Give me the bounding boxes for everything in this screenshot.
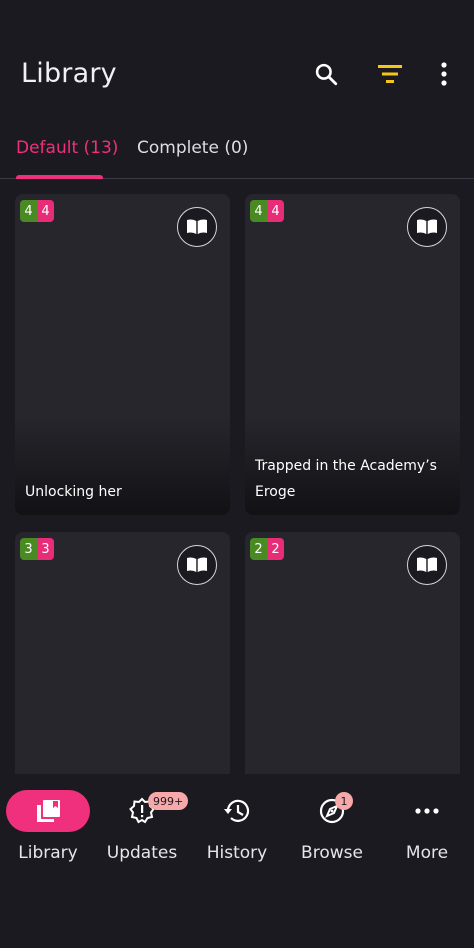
filter-button[interactable] (372, 56, 408, 92)
browse-count-badge: 1 (335, 792, 353, 810)
continue-reading-button[interactable] (407, 545, 447, 585)
nav-more-icon-wrap (385, 790, 469, 832)
card-badges: 3 3 (20, 538, 54, 560)
category-tabs: Default (13) Complete (0) (0, 125, 474, 179)
card-badges: 2 2 (250, 538, 284, 560)
downloaded-count-badge: 3 (37, 538, 54, 560)
open-book-icon (187, 219, 207, 234)
nav-history-icon-wrap (195, 790, 279, 832)
continue-reading-button[interactable] (407, 207, 447, 247)
page-title: Library (21, 58, 117, 89)
nav-library-label: Library (18, 843, 78, 863)
top-app-bar: Library (0, 0, 474, 120)
more-options-button[interactable] (426, 56, 462, 92)
manga-card[interactable]: 3 3 (15, 532, 230, 782)
nav-browse-icon-wrap (290, 790, 374, 832)
open-book-icon (417, 219, 437, 234)
library-icon (37, 800, 60, 822)
continue-reading-button[interactable] (177, 207, 217, 247)
nav-browse[interactable]: 1 Browse (284, 790, 380, 880)
nav-history[interactable]: History (189, 790, 285, 880)
card-badges: 4 4 (20, 200, 54, 222)
nav-active-indicator (6, 790, 90, 832)
nav-more[interactable]: More (379, 790, 474, 880)
more-horizontal-icon (415, 808, 439, 814)
unread-count-badge: 4 (20, 200, 37, 222)
search-button[interactable] (308, 56, 344, 92)
downloaded-count-badge: 4 (267, 200, 284, 222)
filter-icon (378, 65, 402, 83)
nav-library[interactable]: Library (0, 790, 96, 880)
continue-reading-button[interactable] (177, 545, 217, 585)
unread-count-badge: 3 (20, 538, 37, 560)
unread-count-badge: 4 (250, 200, 267, 222)
unread-count-badge: 2 (250, 538, 267, 560)
open-book-icon (417, 557, 437, 572)
nav-more-label: More (405, 843, 449, 863)
nav-updates-label: Updates (106, 843, 178, 863)
card-badges: 4 4 (250, 200, 284, 222)
more-vertical-icon (441, 62, 447, 86)
card-title: Trapped in the Academy’s Eroge (255, 458, 437, 500)
active-tab-indicator (16, 175, 103, 179)
history-icon (224, 799, 250, 822)
nav-updates[interactable]: 999+ Updates (94, 790, 190, 880)
nav-history-label: History (206, 843, 268, 863)
updates-count-badge: 999+ (148, 792, 189, 810)
bottom-navigation: Library 999+ Updates History 1 Browse Mo… (0, 774, 474, 948)
nav-browse-label: Browse (301, 843, 363, 863)
manga-card[interactable]: 4 4 Trapped in the Academy’s Eroge (245, 194, 460, 515)
downloaded-count-badge: 4 (37, 200, 54, 222)
card-title: Unlocking her (25, 484, 122, 500)
manga-card[interactable]: 4 4 Unlocking her (15, 194, 230, 515)
search-icon (315, 63, 338, 86)
manga-card[interactable]: 2 2 (245, 532, 460, 782)
open-book-icon (187, 557, 207, 572)
downloaded-count-badge: 2 (267, 538, 284, 560)
tab-default[interactable]: Default (13) (16, 138, 118, 158)
tab-complete[interactable]: Complete (0) (137, 138, 248, 158)
